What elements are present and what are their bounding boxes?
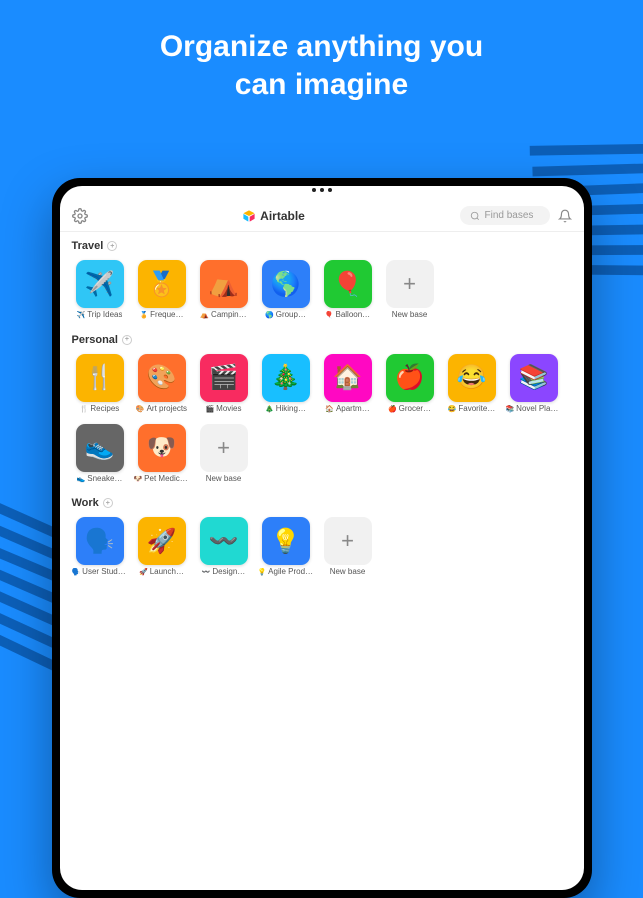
base-item[interactable]: 🐶 🐶 Pet Medical… bbox=[134, 424, 190, 484]
base-tile-icon: 🏅 bbox=[138, 260, 186, 308]
base-tile-icon: 🗣️ bbox=[76, 517, 124, 565]
base-tile-icon: 📚 bbox=[510, 354, 558, 402]
base-item[interactable]: 🍎 🍎 Grocer… bbox=[382, 354, 438, 414]
brand: Airtable bbox=[96, 209, 452, 223]
base-label: 🏅 Freque… bbox=[139, 311, 183, 320]
search-icon bbox=[470, 211, 480, 221]
base-label: 💡 Agile Product… bbox=[258, 568, 314, 577]
base-tile-icon: 💡 bbox=[262, 517, 310, 565]
base-tile-icon: 🍎 bbox=[386, 354, 434, 402]
add-circle-icon[interactable]: + bbox=[107, 241, 117, 251]
base-item[interactable]: 🍴 🍴 Recipes bbox=[72, 354, 128, 414]
search-input[interactable]: Find bases bbox=[460, 206, 550, 225]
base-label: 🍴 Recipes bbox=[80, 405, 120, 414]
app-screen: Airtable Find bases Travel+✈️✈️ Trip Ide… bbox=[60, 186, 584, 890]
base-tile-icon: 😂 bbox=[448, 354, 496, 402]
base-tile-icon: 🌎 bbox=[262, 260, 310, 308]
base-label: 🏠 Apartm… bbox=[325, 405, 369, 414]
base-tile-icon: 〰️ bbox=[200, 517, 248, 565]
search-placeholder: Find bases bbox=[485, 210, 534, 221]
base-label: 〰️ Design… bbox=[202, 568, 246, 577]
base-grid: ✈️ ✈️ Trip Ideas 🏅 🏅 Freque… ⛺ ⛺ Campin… 🌎 🌎 Gr… bbox=[72, 260, 572, 320]
plus-icon: + bbox=[200, 424, 248, 472]
base-tile-icon: 🍴 bbox=[76, 354, 124, 402]
base-item[interactable]: 〰️ 〰️ Design… bbox=[196, 517, 252, 577]
section-name: Travel bbox=[72, 240, 104, 252]
new-base-button[interactable]: + New base bbox=[196, 424, 252, 484]
base-item[interactable]: 👟 👟 Sneake… bbox=[72, 424, 128, 484]
base-label: 👟 Sneake… bbox=[77, 475, 123, 484]
base-item[interactable]: 🎬 🎬 Movies bbox=[196, 354, 252, 414]
base-tile-icon: ✈️ bbox=[76, 260, 124, 308]
notifications-icon[interactable] bbox=[558, 209, 572, 223]
base-tile-icon: 🎈 bbox=[324, 260, 372, 308]
base-label: ✈️ Trip Ideas bbox=[77, 311, 123, 320]
base-tile-icon: 🐶 bbox=[138, 424, 186, 472]
base-label: 🍎 Grocer… bbox=[388, 405, 431, 414]
base-label: 📚 Novel Planning bbox=[506, 405, 562, 414]
base-label: 🗣️ User Studies bbox=[72, 568, 128, 577]
base-tile-icon: 🚀 bbox=[138, 517, 186, 565]
new-base-button[interactable]: + New base bbox=[320, 517, 376, 577]
workspace-section: Travel+✈️✈️ Trip Ideas🏅🏅 Freque…⛺⛺ Campi… bbox=[72, 240, 572, 320]
base-item[interactable]: 💡 💡 Agile Product… bbox=[258, 517, 314, 577]
tablet-frame: Airtable Find bases Travel+✈️✈️ Trip Ide… bbox=[52, 178, 592, 898]
workspace-section: Work + 🗣️ 🗣️ User Studies 🚀 🚀 Launch… 〰️ 〰️ Des… bbox=[72, 497, 572, 577]
base-label: 🎨 Art projects bbox=[136, 405, 187, 414]
new-base-label: New base bbox=[392, 311, 428, 320]
base-item[interactable]: 🏠 🏠 Apartm… bbox=[320, 354, 376, 414]
base-item[interactable]: ✈️ ✈️ Trip Ideas bbox=[72, 260, 128, 320]
marketing-headline: Organize anything you can imagine bbox=[0, 0, 643, 103]
base-item[interactable]: 🎈 🎈 Balloon… bbox=[320, 260, 376, 320]
section-title[interactable]: Work + bbox=[72, 497, 572, 509]
base-tile-icon: 🎨 bbox=[138, 354, 186, 402]
section-name: Work bbox=[72, 497, 99, 509]
section-title[interactable]: Personal + bbox=[72, 334, 572, 346]
base-tile-icon: 🏠 bbox=[324, 354, 372, 402]
base-label: 🚀 Launch… bbox=[139, 568, 184, 577]
base-item[interactable]: 🏅 🏅 Freque… bbox=[134, 260, 190, 320]
settings-icon[interactable] bbox=[72, 208, 88, 224]
base-item[interactable]: 😂 😂 Favorite… bbox=[444, 354, 500, 414]
base-label: 🎬 Movies bbox=[205, 405, 241, 414]
base-item[interactable]: ⛺ ⛺ Campin… bbox=[196, 260, 252, 320]
base-item[interactable]: 📚 📚 Novel Planning bbox=[506, 354, 562, 414]
camera-notch bbox=[292, 188, 352, 193]
plus-icon: + bbox=[386, 260, 434, 308]
base-tile-icon: ⛺ bbox=[200, 260, 248, 308]
new-base-label: New base bbox=[330, 568, 366, 577]
base-label: 🎈 Balloon… bbox=[325, 311, 370, 320]
base-item[interactable]: 🎨 🎨 Art projects bbox=[134, 354, 190, 414]
base-label: ⛺ Campin… bbox=[200, 311, 246, 320]
base-tile-icon: 👟 bbox=[76, 424, 124, 472]
base-item[interactable]: 🌎 🌎 Group… bbox=[258, 260, 314, 320]
base-label: 🌎 Group… bbox=[265, 311, 306, 320]
base-label: 🐶 Pet Medical… bbox=[134, 475, 190, 484]
add-circle-icon[interactable]: + bbox=[122, 335, 132, 345]
base-item[interactable]: 🗣️ 🗣️ User Studies bbox=[72, 517, 128, 577]
section-name: Personal bbox=[72, 334, 118, 346]
plus-icon: + bbox=[324, 517, 372, 565]
new-base-label: New base bbox=[206, 475, 242, 484]
top-bar: Airtable Find bases bbox=[60, 196, 584, 232]
base-grid: 🗣️ 🗣️ User Studies 🚀 🚀 Launch… 〰️ 〰️ Design… 💡… bbox=[72, 517, 572, 577]
base-tile-icon: 🎄 bbox=[262, 354, 310, 402]
new-base-button[interactable]: + New base bbox=[382, 260, 438, 320]
brand-logo-icon bbox=[242, 209, 256, 223]
base-grid: 🍴 🍴 Recipes 🎨 🎨 Art projects 🎬 🎬 Movies 🎄 🎄 Hik… bbox=[72, 354, 572, 484]
section-title[interactable]: Travel+ bbox=[72, 240, 572, 252]
base-item[interactable]: 🚀 🚀 Launch… bbox=[134, 517, 190, 577]
workspace-section: Personal + 🍴 🍴 Recipes 🎨 🎨 Art projects 🎬 🎬 Mov… bbox=[72, 334, 572, 484]
base-tile-icon: 🎬 bbox=[200, 354, 248, 402]
add-circle-icon[interactable]: + bbox=[103, 498, 113, 508]
base-label: 😂 Favorite… bbox=[448, 405, 496, 414]
base-label: 🎄 Hiking… bbox=[265, 405, 306, 414]
base-item[interactable]: 🎄 🎄 Hiking… bbox=[258, 354, 314, 414]
brand-name: Airtable bbox=[260, 209, 305, 223]
